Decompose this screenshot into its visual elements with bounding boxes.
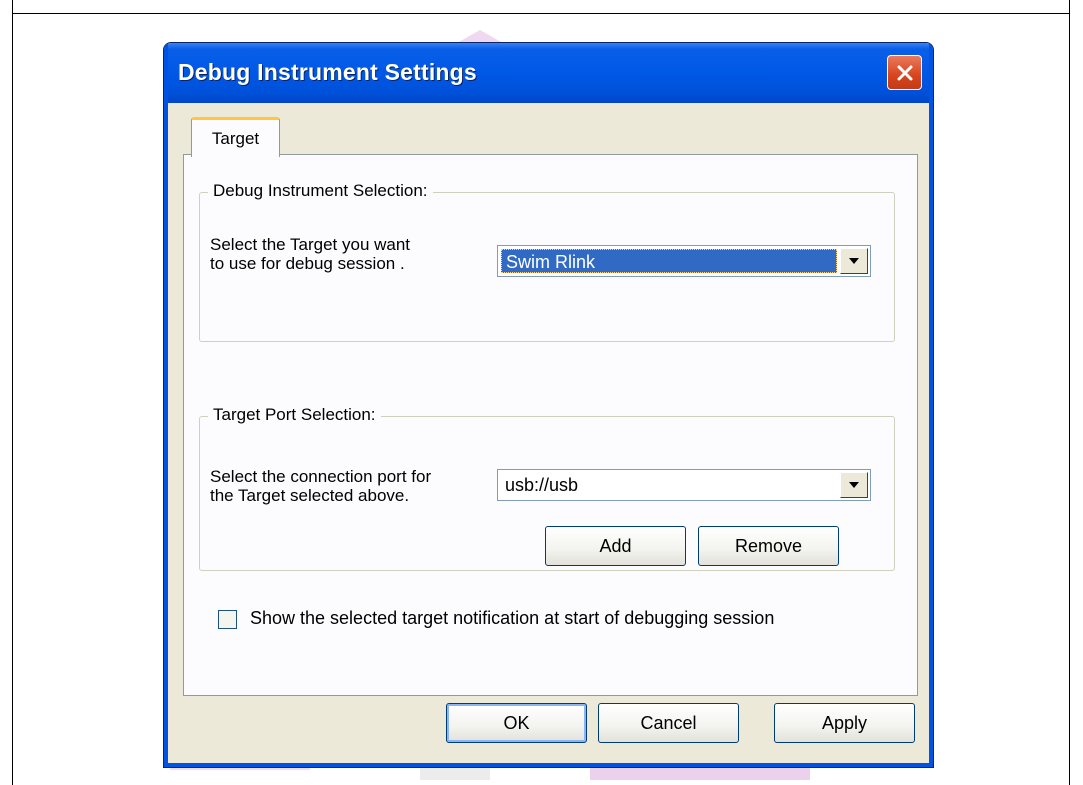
show-notification-label[interactable]: Show the selected target notification at… (250, 608, 774, 629)
dropdown-arrow-icon[interactable] (840, 248, 868, 274)
target-port-selection-group: Target Port Selection: Select the connec… (199, 405, 895, 571)
document-top-rule (12, 0, 1070, 14)
tab-target[interactable]: Target (191, 117, 280, 157)
apply-button-label: Apply (821, 712, 868, 733)
target-select-value: Swim Rlink (501, 249, 837, 273)
port-select-prompt: Select the connection port for the Targe… (210, 467, 432, 505)
add-port-button-label: Add (599, 535, 632, 556)
cancel-button[interactable]: Cancel (598, 703, 739, 743)
dropdown-arrow-icon[interactable] (840, 472, 868, 498)
remove-port-button-label: Remove (734, 535, 803, 556)
add-port-button[interactable]: Add (545, 526, 686, 566)
ok-button[interactable]: OK (446, 703, 587, 743)
dialog-title-bar[interactable]: Debug Instrument Settings (164, 43, 933, 103)
remove-port-button[interactable]: Remove (698, 526, 839, 566)
target-select-prompt: Select the Target you want to use for de… (210, 235, 411, 273)
close-button[interactable] (887, 55, 922, 90)
dialog-title: Debug Instrument Settings (178, 59, 477, 85)
show-notification-checkbox[interactable] (218, 610, 237, 629)
target-select[interactable]: Swim Rlink (497, 245, 871, 277)
debug-instrument-selection-legend: Debug Instrument Selection: (208, 181, 433, 201)
debug-instrument-selection-group: Debug Instrument Selection: Select the T… (199, 181, 895, 342)
port-select-value: usb://usb (505, 475, 579, 495)
target-port-selection-legend: Target Port Selection: (208, 405, 381, 425)
cancel-button-label: Cancel (640, 712, 697, 733)
tab-target-label: Target (211, 128, 260, 148)
debug-instrument-settings-dialog: Debug Instrument Settings Target Debug I… (163, 42, 934, 768)
close-icon (897, 65, 912, 80)
apply-button[interactable]: Apply (774, 703, 915, 743)
port-select[interactable]: usb://usb (497, 469, 871, 501)
ok-button-label: OK (503, 712, 530, 733)
target-tab-pane: Debug Instrument Selection: Select the T… (183, 154, 918, 696)
